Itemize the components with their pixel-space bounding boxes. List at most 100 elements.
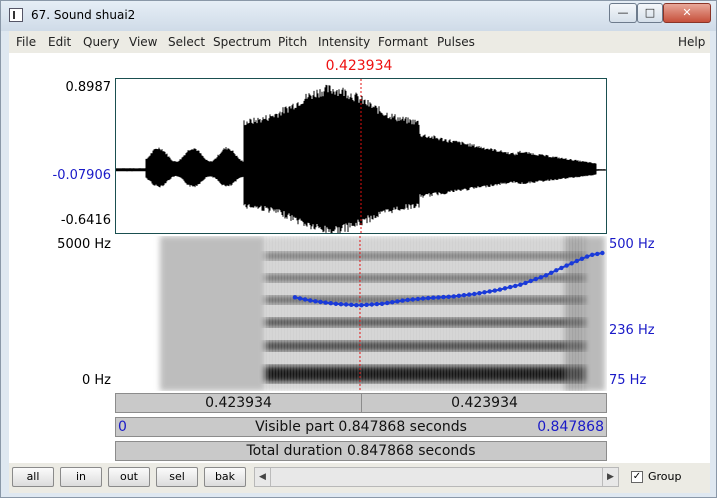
pitch-point — [590, 252, 595, 257]
selection-bar[interactable]: 0.423934 0.423934 — [115, 393, 607, 413]
pitch-point — [395, 299, 400, 304]
maximize-button[interactable]: □ — [637, 3, 663, 23]
pitch-point — [431, 295, 436, 300]
pitch-point — [313, 299, 318, 304]
pitch-point — [574, 258, 579, 264]
pitch-point — [390, 300, 395, 305]
close-button[interactable]: ✕ — [663, 3, 711, 23]
spectrogram-plot[interactable] — [115, 236, 607, 391]
visible-part-label: Visible part 0.847868 seconds — [255, 419, 467, 435]
pitch-mid-label: 236 Hz — [609, 323, 655, 338]
menu-pitch[interactable]: Pitch — [278, 35, 307, 49]
pitch-point — [379, 301, 385, 306]
pitch-point — [467, 292, 472, 297]
visible-part-bar[interactable]: 0 Visible part 0.847868 seconds 0.847868 — [115, 417, 607, 437]
waveform-max-label: 0.8987 — [65, 80, 112, 95]
spectrogram-panel[interactable] — [115, 236, 607, 391]
window-title: 67. Sound shuai2 — [31, 8, 136, 22]
right-part-duration[interactable]: 0.423934 — [362, 395, 607, 411]
pitch-point — [446, 294, 451, 299]
pitch-point — [477, 291, 482, 296]
pitch-point — [405, 297, 410, 303]
pitch-point — [523, 280, 528, 286]
sound-editor-area: 0.423934 0.8987 -0.07906 -0.6416 5000 Hz… — [9, 53, 710, 463]
pitch-point — [487, 289, 492, 294]
minimize-button[interactable]: — — [609, 3, 637, 23]
pitch-point — [338, 302, 344, 307]
horizontal-scrollbar[interactable]: ◀ ▶ — [254, 467, 619, 487]
spectrogram-top-freq: 5000 Hz — [57, 237, 111, 252]
total-duration-label: Total duration 0.847868 seconds — [246, 443, 476, 459]
pitch-point — [441, 294, 446, 300]
menu-pulses[interactable]: Pulses — [437, 35, 475, 49]
left-part-duration[interactable]: 0.423934 — [116, 395, 361, 411]
total-duration-bar[interactable]: Total duration 0.847868 seconds — [115, 441, 607, 461]
pitch-point — [359, 303, 364, 308]
pitch-point — [543, 273, 549, 278]
menu-file[interactable]: File — [16, 35, 36, 49]
spectrogram-bottom-freq: 0 Hz — [81, 373, 111, 388]
zoom-back-button[interactable]: bak — [204, 467, 246, 487]
pitch-point — [533, 276, 538, 282]
pitch-point — [482, 290, 487, 295]
menu-spectrum[interactable]: Spectrum — [213, 35, 271, 49]
pitch-point — [528, 278, 533, 284]
menu-formant[interactable]: Formant — [378, 35, 428, 49]
scroll-right-arrow-icon[interactable]: ▶ — [602, 468, 618, 486]
pitch-point — [538, 275, 544, 280]
zoom-sel-button[interactable]: sel — [156, 467, 198, 487]
pitch-point — [415, 296, 421, 302]
scroll-left-arrow-icon[interactable]: ◀ — [255, 468, 271, 486]
pitch-point — [297, 296, 303, 301]
menu-view[interactable]: View — [129, 35, 157, 49]
pitch-point — [426, 295, 431, 301]
pitch-point — [374, 301, 380, 307]
menu-help[interactable]: Help — [678, 35, 705, 49]
spectrogram-fricative-noise — [160, 236, 265, 391]
pitch-point — [400, 298, 405, 303]
pitch-point — [420, 296, 426, 301]
bottom-toolbar: all in out sel bak ◀ ▶ ✓ Group — [9, 463, 710, 493]
pitch-point — [513, 283, 518, 289]
title-bar[interactable]: 67. Sound shuai2 — □ ✕ — [1, 1, 716, 31]
pitch-point — [508, 284, 513, 290]
pitch-point — [554, 268, 559, 273]
pitch-point — [461, 293, 467, 298]
pitch-point — [518, 282, 523, 287]
zoom-all-button[interactable]: all — [12, 467, 54, 487]
pitch-point — [502, 286, 508, 291]
pitch-point — [323, 300, 328, 305]
pitch-point — [497, 287, 503, 292]
pitch-point — [369, 302, 374, 307]
group-label: Group — [648, 470, 682, 483]
pitch-point — [410, 297, 415, 302]
pitch-point — [600, 250, 605, 256]
pitch-point — [349, 302, 354, 307]
waveform-zero-label: -0.07906 — [52, 168, 111, 183]
waveform-plot[interactable] — [115, 79, 606, 235]
pitch-point — [595, 251, 600, 257]
pitch-point — [584, 254, 590, 259]
pitch-bottom-label: 75 Hz — [609, 373, 647, 388]
pitch-point — [343, 302, 349, 307]
pitch-point — [569, 261, 574, 266]
spectrogram-glottal-pulses — [264, 236, 584, 391]
menu-edit[interactable]: Edit — [48, 35, 71, 49]
spectrogram-striations — [264, 236, 584, 391]
praat-window: 67. Sound shuai2 — □ ✕ File Edit Query V… — [0, 0, 717, 498]
menu-intensity[interactable]: Intensity — [318, 35, 370, 49]
zoom-in-button[interactable]: in — [60, 467, 102, 487]
pitch-point — [333, 301, 339, 306]
waveform-panel[interactable] — [115, 78, 607, 235]
cursor-time-label: 0.423934 — [325, 58, 393, 74]
pitch-point — [472, 291, 477, 297]
pitch-point — [354, 303, 359, 308]
menu-query[interactable]: Query — [83, 35, 119, 49]
group-checkbox[interactable]: ✓ — [631, 471, 643, 483]
pitch-point — [308, 298, 313, 303]
menu-select[interactable]: Select — [168, 35, 205, 49]
pitch-point — [451, 294, 456, 299]
pitch-point — [328, 301, 333, 306]
pitch-point — [302, 297, 308, 302]
zoom-out-button[interactable]: out — [108, 467, 150, 487]
